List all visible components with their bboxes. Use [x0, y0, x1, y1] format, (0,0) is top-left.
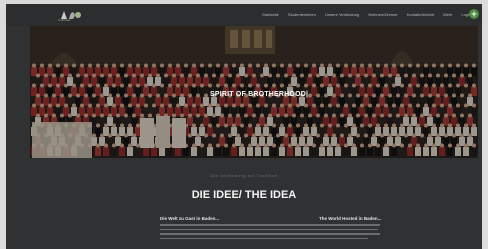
page-heading: DIE IDEE/ THE IDEA: [191, 189, 297, 201]
browser-left-border: [0, 0, 6, 249]
nav-item-wohnen[interactable]: Wohnen/Zimmer: [368, 12, 398, 17]
tagline: Die Verbindung mit Tradition: [210, 173, 278, 178]
column-left-title: Die Welt zu Gast in Baden...: [160, 216, 220, 221]
logo[interactable]: Clubhaus: [58, 7, 84, 23]
nav-item-mehr[interactable]: Mehr: [443, 12, 452, 17]
browser-right-border: [482, 0, 488, 249]
logo-text: Clubhaus: [58, 18, 71, 22]
plus-circle-icon[interactable]: [469, 9, 479, 19]
nav-item-studentenleben[interactable]: Studentenleben: [288, 12, 316, 17]
navbar: Clubhaus Startseite Studentenleben Unser…: [6, 4, 482, 26]
column-right-text: [262, 224, 380, 242]
column-right-title: The World Hosted in Baden...: [319, 216, 382, 221]
nav-item-kontakt[interactable]: Kontakt/Anfahrt: [407, 12, 435, 17]
hero-banner: SPIRIT OF BROTHERHOOD|: [30, 26, 478, 158]
hero-title: SPIRIT OF BROTHERHOOD|: [210, 91, 309, 98]
nav-item-startseite[interactable]: Startseite: [262, 12, 279, 17]
nav-item-verbindung[interactable]: Unsere Verbindung: [325, 12, 359, 17]
nav-menu: Startseite Studentenleben Unsere Verbind…: [262, 12, 471, 17]
